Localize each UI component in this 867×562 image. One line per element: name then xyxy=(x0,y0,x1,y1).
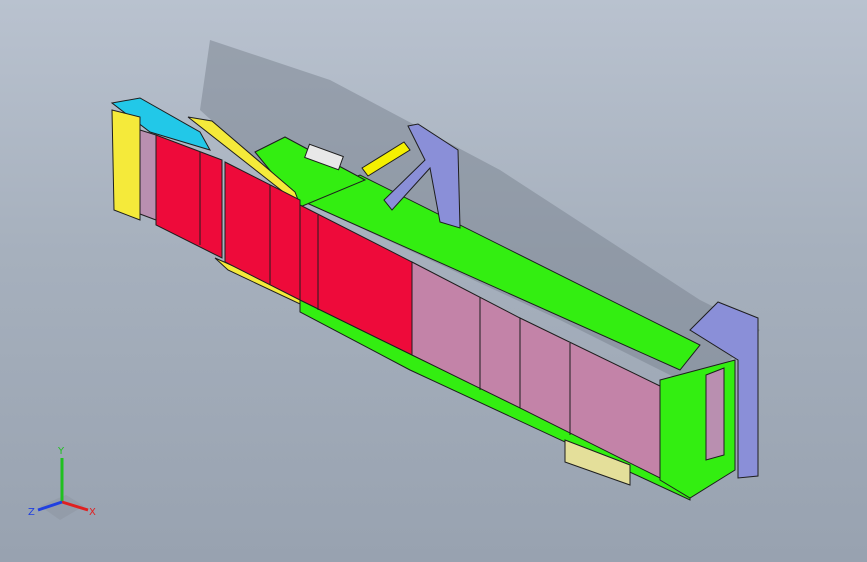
end-roller[interactable] xyxy=(139,129,157,221)
triad-z-label: Z xyxy=(28,507,35,518)
triad-x-label: X xyxy=(89,507,96,518)
cad-viewport[interactable]: Y X Z xyxy=(0,0,867,562)
conveyor-3d-model[interactable] xyxy=(0,0,867,562)
axis-triad[interactable]: Y X Z xyxy=(0,440,110,550)
drive-roller-icon[interactable] xyxy=(705,367,725,461)
belt-section-red-1[interactable] xyxy=(155,134,223,259)
end-roller-housing[interactable] xyxy=(111,109,141,221)
triad-y-label: Y xyxy=(57,446,65,457)
